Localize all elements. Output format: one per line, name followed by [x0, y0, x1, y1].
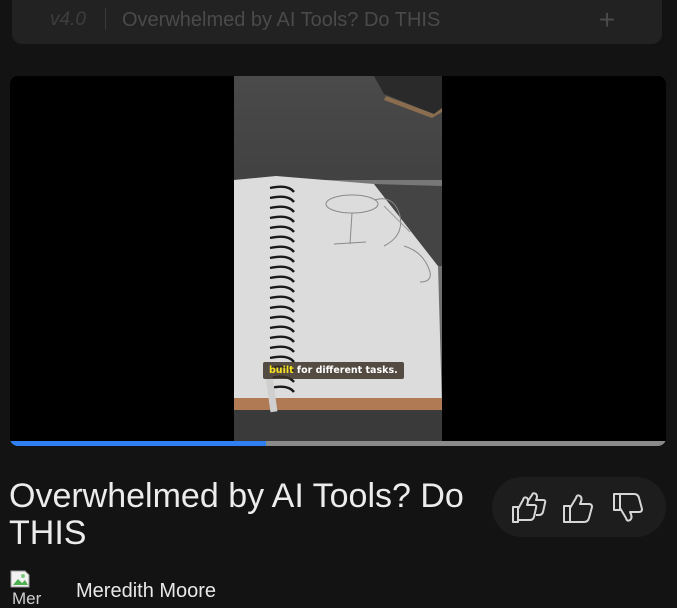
version-label: v4.0 — [50, 9, 86, 30]
video-title: Overwhelmed by AI Tools? Do THIS — [9, 477, 464, 552]
broken-image-icon — [10, 570, 30, 588]
avatar-alt-text: Mer — [12, 589, 42, 608]
thumbs-up-icon[interactable] — [560, 490, 596, 526]
progress-bar-fill — [10, 441, 266, 446]
top-bar: v4.0 Overwhelmed by AI Tools? Do THIS + — [12, 0, 662, 44]
divider — [105, 8, 106, 30]
video-frame: built for different tasks. — [234, 76, 442, 442]
thumbs-down-icon[interactable] — [610, 490, 646, 526]
top-bar-title: Overwhelmed by AI Tools? Do THIS — [122, 9, 441, 31]
double-thumbs-up-icon[interactable] — [510, 490, 547, 526]
caption-highlight: built — [269, 365, 294, 376]
avatar[interactable]: Mer — [8, 567, 52, 608]
video-caption: built for different tasks. — [263, 362, 404, 379]
caption-text: for different tasks. — [293, 365, 398, 376]
video-frame-image — [234, 76, 442, 442]
plus-icon[interactable]: + — [592, 2, 622, 38]
video-player[interactable]: built for different tasks. — [10, 76, 666, 446]
reaction-group — [492, 477, 666, 537]
author-name[interactable]: Meredith Moore — [76, 580, 216, 603]
video-page: v4.0 Overwhelmed by AI Tools? Do THIS + — [0, 0, 677, 608]
progress-bar[interactable] — [10, 441, 666, 446]
